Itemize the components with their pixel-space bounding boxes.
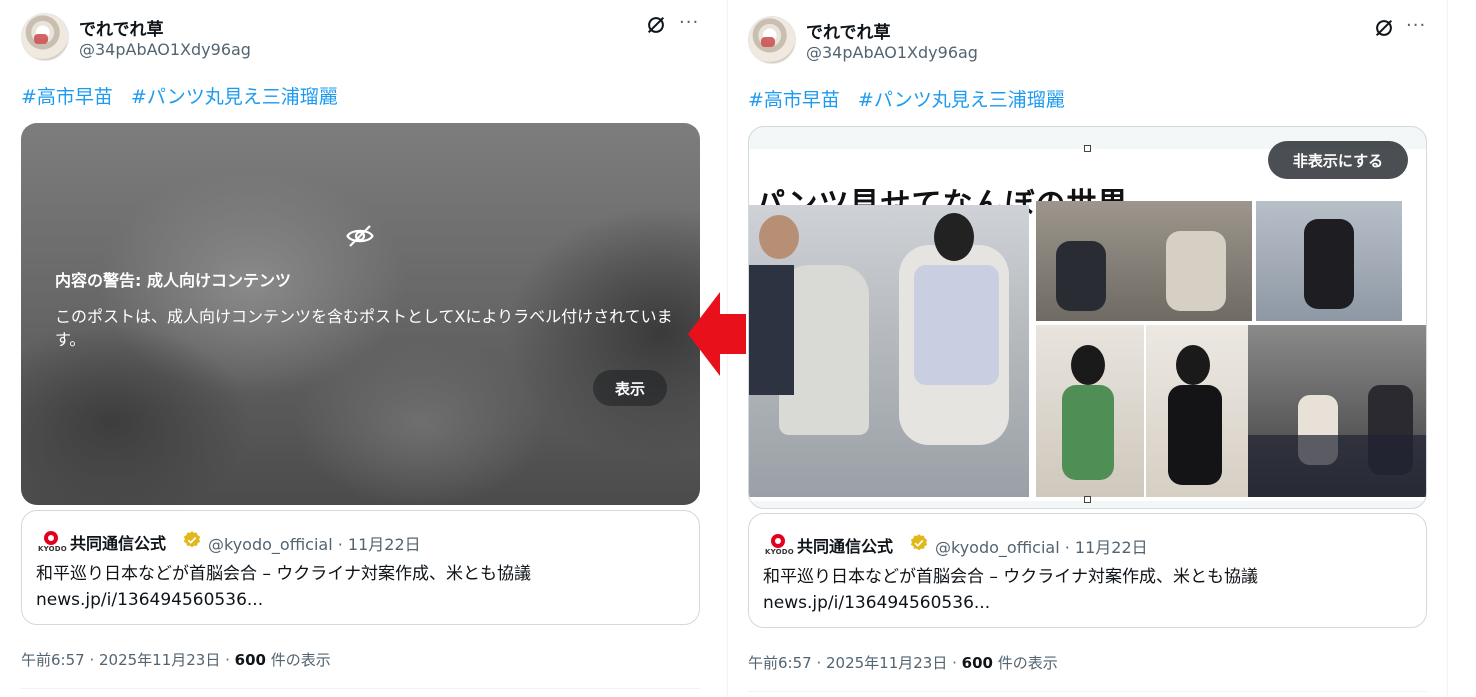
show-media-button[interactable]: 表示: [593, 370, 667, 406]
quoted-text: 和平巡り日本などが首脳会合 – ウクライナ対案作成、米とも協議 news.jp/…: [36, 561, 531, 613]
display-name[interactable]: でれでれ草: [79, 15, 164, 40]
grok-icon[interactable]: [645, 14, 667, 36]
views-label: 件の表示: [992, 654, 1058, 672]
user-handle[interactable]: @34pAbAO1Xdy96ag: [79, 40, 251, 59]
hashtag-link[interactable]: #パンツ丸見え三浦瑠麗: [858, 89, 1065, 111]
photo-panel: [1036, 201, 1252, 321]
kyodo-logo: KYODO: [765, 534, 794, 556]
timestamp-text[interactable]: 午前6:57 · 2025年11月23日 ·: [748, 654, 962, 672]
resize-handle: [1084, 496, 1091, 503]
quoted-text-line: 和平巡り日本などが首脳会合 – ウクライナ対案作成、米とも協議: [763, 567, 1258, 587]
hashtag-link[interactable]: #高市早苗: [21, 86, 113, 108]
right-post-pane: でれでれ草 @34pAbAO1Xdy96ag ··· #高市早苗 #パンツ丸見え三…: [728, 0, 1448, 697]
photo-panel: [1036, 325, 1144, 497]
post-timestamp: 午前6:57 · 2025年11月23日 · 600 件の表示: [748, 652, 1058, 673]
post-image[interactable]: パンツ見せてなんぼの世界: [749, 149, 1426, 501]
arrow-left-icon: [688, 292, 746, 376]
grok-icon[interactable]: [1373, 17, 1395, 39]
quoted-display-name: 共同通信公式: [797, 537, 894, 556]
divider: [748, 691, 1427, 692]
kyodo-logo-word: KYODO: [38, 545, 67, 553]
photo-panel: [1248, 325, 1426, 497]
kyodo-logo-word: KYODO: [765, 548, 794, 556]
verified-icon: [910, 534, 928, 551]
view-count: 600: [234, 651, 266, 669]
user-handle[interactable]: @34pAbAO1Xdy96ag: [806, 43, 978, 62]
sensitive-media-card: 内容の警告: 成人向けコンテンツ このポストは、成人向けコンテンツを含むポストと…: [21, 123, 700, 505]
resize-handle: [1084, 145, 1091, 152]
post-image-card[interactable]: パンツ見せてなんぼの世界: [748, 126, 1427, 509]
avatar[interactable]: [21, 13, 69, 61]
quoted-text: 和平巡り日本などが首脳会合 – ウクライナ対案作成、米とも協議 news.jp/…: [763, 564, 1258, 616]
hashtags: #高市早苗 #パンツ丸見え三浦瑠麗: [748, 85, 1083, 112]
quoted-meta: @kyodo_official · 11月22日: [208, 535, 421, 554]
more-icon[interactable]: ···: [1406, 15, 1426, 36]
post-timestamp: 午前6:57 · 2025年11月23日 · 600 件の表示: [21, 649, 331, 670]
more-icon[interactable]: ···: [679, 12, 699, 33]
quoted-link[interactable]: news.jp/i/136494560536...: [763, 590, 1258, 616]
hashtag-link[interactable]: #高市早苗: [748, 89, 840, 111]
kyodo-logo: KYODO: [38, 531, 67, 553]
avatar[interactable]: [748, 16, 796, 64]
divider: [21, 688, 700, 689]
quoted-meta: @kyodo_official · 11月22日: [935, 538, 1148, 557]
quoted-display-name: 共同通信公式: [70, 534, 167, 553]
quoted-text-line: 和平巡り日本などが首脳会合 – ウクライナ対案作成、米とも協議: [36, 564, 531, 584]
views-label: 件の表示: [265, 651, 331, 669]
left-post-pane: でれでれ草 @34pAbAO1Xdy96ag ··· #高市早苗 #パンツ丸見え三…: [0, 0, 728, 697]
timestamp-text[interactable]: 午前6:57 · 2025年11月23日 ·: [21, 651, 235, 669]
photo-panel: [1256, 201, 1402, 321]
display-name[interactable]: でれでれ草: [806, 18, 891, 43]
photo-panel: [749, 205, 1029, 497]
view-count: 600: [961, 654, 993, 672]
hide-media-button[interactable]: 非表示にする: [1268, 141, 1408, 179]
hashtag-link[interactable]: #パンツ丸見え三浦瑠麗: [131, 86, 338, 108]
content-warning-title: 内容の警告: 成人向けコンテンツ: [55, 271, 291, 290]
verified-icon: [183, 531, 201, 548]
photo-panel: [1146, 325, 1248, 497]
hashtags: #高市早苗 #パンツ丸見え三浦瑠麗: [21, 82, 356, 109]
quoted-post-card[interactable]: KYODO 共同通信公式 @kyodo_official · 11月22日 和平…: [748, 513, 1427, 628]
quoted-post-card[interactable]: KYODO 共同通信公式 @kyodo_official · 11月22日 和平…: [21, 510, 700, 625]
content-warning-body: このポストは、成人向けコンテンツを含むポストとしてXによりラベル付けされています…: [55, 307, 673, 349]
eye-off-icon: [346, 225, 374, 247]
quoted-link[interactable]: news.jp/i/136494560536...: [36, 587, 531, 613]
